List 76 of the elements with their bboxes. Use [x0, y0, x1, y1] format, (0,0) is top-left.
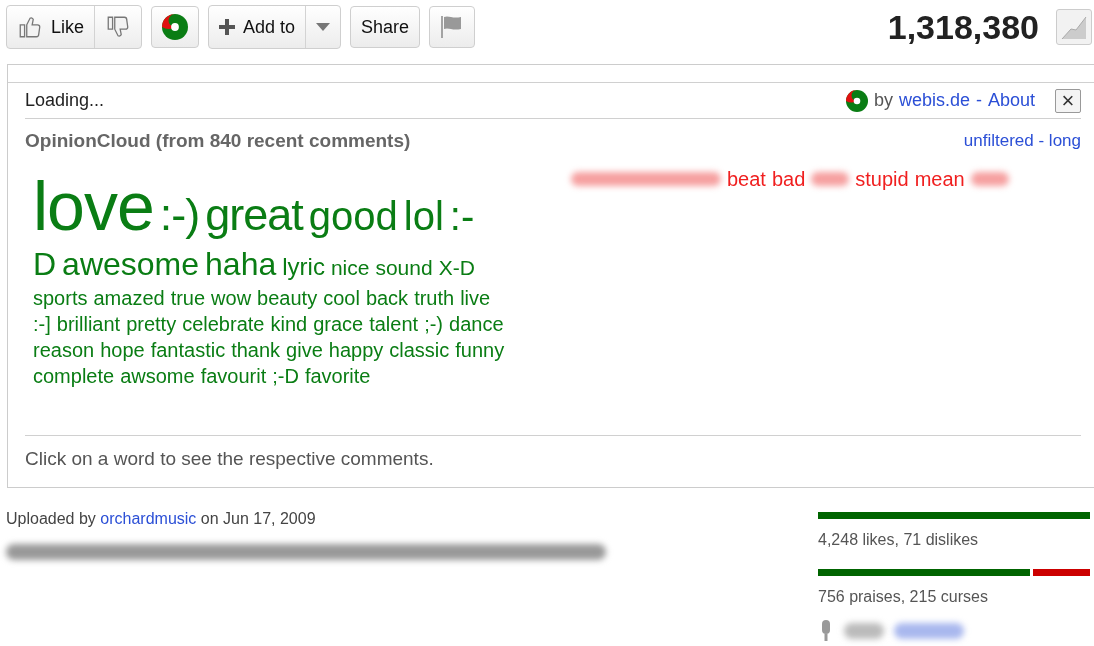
positive-word[interactable]: brilliant [56, 314, 121, 334]
positive-word[interactable]: favorite [304, 366, 371, 386]
positive-word[interactable]: :- [449, 196, 475, 236]
blurred-text [970, 172, 1009, 186]
cloud-title: OpinionCloud (from 840 recent comments) [25, 130, 411, 152]
positive-word[interactable]: complete [33, 366, 115, 386]
uploader-link[interactable]: orchardmusic [100, 510, 197, 527]
positive-word[interactable]: love [33, 172, 154, 240]
loading-text: Loading... [25, 90, 105, 111]
positive-word[interactable]: lol [403, 196, 444, 236]
positive-word[interactable]: dance [449, 314, 504, 334]
blurred-label [844, 623, 884, 639]
positive-word[interactable]: haha [205, 248, 277, 280]
positive-word[interactable]: reason [33, 340, 95, 360]
positive-word[interactable]: thank [231, 340, 281, 360]
separator-text: - [975, 90, 982, 111]
negative-word[interactable]: bad [771, 167, 806, 191]
flag-button[interactable] [429, 6, 476, 48]
positive-word[interactable]: amazed [93, 288, 165, 308]
rating-text: 4,248 likes, 71 dislikes [818, 531, 980, 549]
webis-link[interactable]: webis.de [898, 90, 970, 111]
chart-icon [1061, 14, 1087, 40]
plus-icon [219, 19, 236, 35]
upload-info: Uploaded by orchardmusic on Jun 17, 2009 [6, 510, 317, 528]
rating-text: 756 praises, 215 curses [818, 588, 989, 606]
positive-word[interactable]: ;-D [272, 366, 299, 386]
positive-word[interactable]: kind [270, 314, 308, 334]
positive-word[interactable]: wow [211, 288, 252, 308]
opinion-cloud-button[interactable] [151, 6, 200, 48]
negative-word[interactable]: beat [727, 167, 766, 191]
filter-links[interactable]: unfiltered - long [963, 131, 1081, 151]
positive-word[interactable]: give [286, 340, 323, 360]
close-button[interactable]: × [1055, 88, 1081, 113]
thumbs-up-icon [17, 14, 43, 40]
positive-word[interactable]: true [170, 288, 206, 308]
positive-word[interactable]: nice [330, 257, 370, 278]
share-button[interactable]: Share [350, 6, 421, 48]
positive-word[interactable]: D [33, 248, 57, 280]
positive-word[interactable]: classic [389, 340, 450, 360]
positive-word[interactable]: pretty [126, 314, 177, 334]
positive-word[interactable]: X-D [438, 257, 475, 278]
positive-word[interactable]: lyric [282, 255, 325, 279]
by-text: by [873, 90, 893, 111]
positive-word[interactable]: fantastic [150, 340, 226, 360]
spiral-logo-icon [162, 14, 189, 40]
positive-word[interactable]: favourit [200, 366, 267, 386]
positive-word[interactable]: talent [369, 314, 419, 334]
positive-word[interactable]: cool [323, 288, 360, 308]
positive-word[interactable]: live [460, 288, 491, 308]
positive-word[interactable]: awsome [120, 366, 195, 386]
negative-word[interactable]: mean [914, 167, 965, 191]
positive-word[interactable]: great [205, 192, 303, 237]
positive-word[interactable]: :-] [33, 314, 51, 334]
add-to-button[interactable]: Add to [209, 6, 306, 48]
like-button[interactable]: Like [7, 6, 95, 48]
positive-word[interactable]: sports [33, 288, 88, 308]
positive-word[interactable]: celebrate [182, 314, 265, 334]
spiral-logo-icon [845, 89, 868, 112]
positive-word[interactable]: :-) [159, 192, 200, 237]
positive-word[interactable]: truth [414, 288, 455, 308]
positive-word[interactable]: hope [100, 340, 145, 360]
positive-word[interactable]: funny [455, 340, 505, 360]
blurred-text [811, 172, 850, 186]
negative-word[interactable]: stupid [855, 167, 909, 191]
view-count: 1,318,380 [887, 7, 1039, 47]
positive-word[interactable]: back [365, 288, 409, 308]
positive-word[interactable]: happy [328, 340, 384, 360]
caret-icon [316, 23, 331, 31]
positive-word[interactable]: ;-) [424, 314, 443, 334]
positive-word[interactable]: grace [313, 314, 364, 334]
positive-word[interactable]: sound [375, 257, 433, 278]
hint-text: Click on a word to see the respective comments. [25, 448, 435, 470]
positive-word[interactable]: beauty [257, 288, 318, 308]
positive-word[interactable]: good [308, 196, 398, 236]
positive-word[interactable]: awesome [62, 248, 200, 280]
about-link[interactable]: About [987, 90, 1035, 111]
